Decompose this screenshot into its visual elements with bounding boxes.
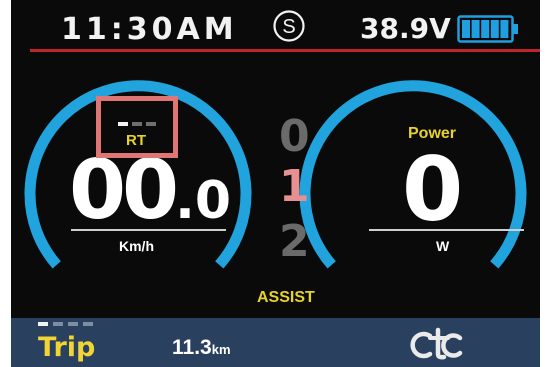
battery-segment	[490, 20, 499, 38]
riding-mode-dot	[146, 122, 156, 126]
assist-level-2: 2	[279, 216, 310, 267]
trip-page-dot	[68, 322, 78, 326]
display-screen: 11:30AM S 38.9V 00.0 Km/h RT 0 1 2 ASSIS…	[11, 0, 540, 367]
riding-mode-dot	[118, 122, 128, 126]
trip-label: Trip	[38, 332, 96, 363]
battery-segment	[462, 20, 470, 38]
speed-decimal: .0	[175, 171, 232, 231]
power-underline	[369, 229, 524, 231]
trip-page-dot	[53, 322, 63, 326]
riding-mode-label: RT	[126, 132, 146, 149]
trip-page-dot	[83, 322, 93, 326]
battery-icon	[457, 15, 518, 43]
trip-distance: 11.3km	[172, 336, 231, 360]
battery-voltage: 38.9V	[360, 12, 451, 45]
riding-mode-dots	[118, 122, 178, 128]
speed-underline	[71, 229, 226, 231]
assist-label: ASSIST	[257, 289, 315, 306]
brand-logo-icon	[410, 327, 463, 360]
power-readout: 0	[402, 138, 464, 241]
assist-level-0: 0	[279, 111, 310, 162]
trip-distance-value: 11.3	[172, 336, 212, 359]
battery-segment	[471, 20, 480, 38]
trip-page-dot	[38, 322, 48, 326]
mode-symbol: S	[282, 16, 295, 38]
power-unit: W	[436, 238, 450, 254]
status-divider	[30, 49, 540, 52]
riding-mode-dot	[132, 122, 142, 126]
assist-level-1: 1	[279, 161, 310, 212]
trip-bar: Trip 11.3km	[11, 318, 540, 367]
trip-page-dots	[38, 322, 108, 328]
s-circle-icon: S	[273, 10, 305, 42]
battery-segment	[500, 20, 509, 38]
battery-segment	[481, 20, 490, 38]
trip-distance-unit: km	[211, 342, 231, 357]
clock-time: 11:30AM	[61, 12, 238, 47]
speed-unit: Km/h	[119, 238, 154, 254]
